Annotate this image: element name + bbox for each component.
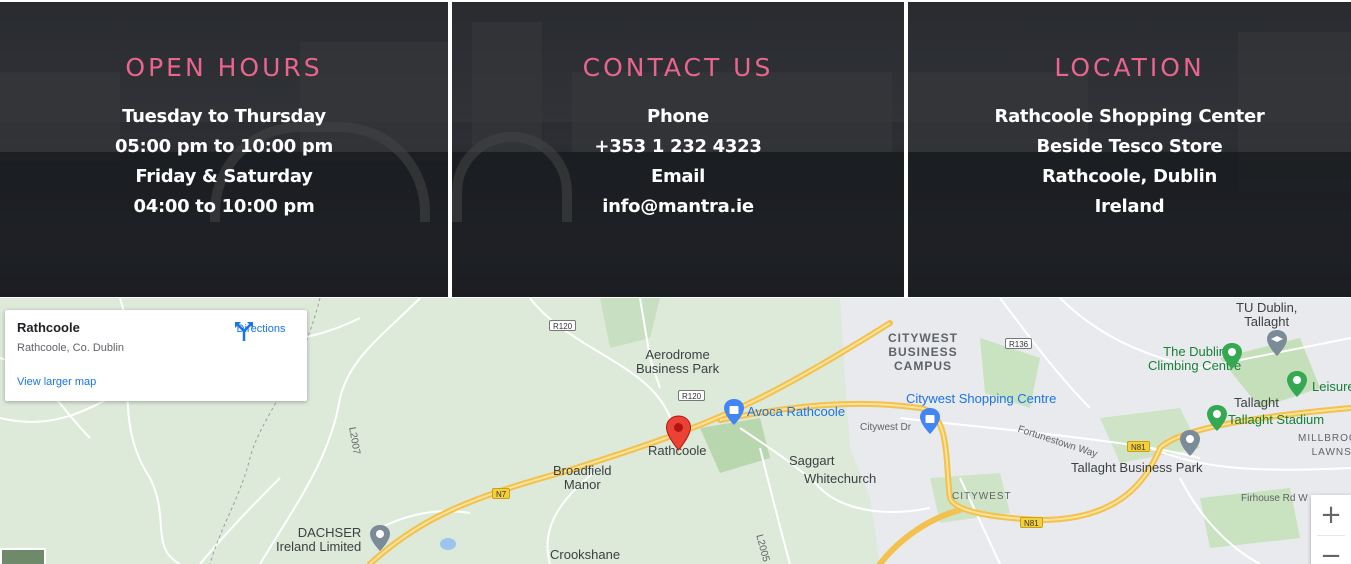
- map-label-citywest-campus: CITYWEST BUSINESS CAMPUS: [888, 331, 958, 373]
- road-shield-n7: N7: [492, 488, 511, 499]
- map-label-dachser: DACHSER Ireland Limited: [276, 525, 362, 554]
- dachser-pin-icon[interactable]: [369, 524, 391, 552]
- road-shield-r120-2: R120: [678, 390, 706, 401]
- map-place-name: Rathcoole: [17, 320, 80, 335]
- email-label: Email: [650, 166, 706, 187]
- climbing-centre-pin-icon[interactable]: [1221, 342, 1243, 370]
- embedded-map[interactable]: R120 R120 R136 N7 N81 N81 Aerodrome Busi…: [0, 298, 1351, 564]
- directions-icon: [235, 322, 253, 341]
- map-label-saggart: Saggart: [789, 453, 835, 468]
- map-info-card: Rathcoole Rathcoole, Co. Dublin Directio…: [5, 310, 307, 401]
- business-park-pin-icon[interactable]: [1179, 429, 1201, 457]
- road-shield-n81: N81: [1127, 441, 1150, 452]
- email-address[interactable]: info@mantra.ie: [452, 192, 904, 222]
- zoom-controls: + −: [1311, 495, 1351, 564]
- road-shield-r120: R120: [549, 320, 577, 331]
- map-label-citywest-shopping[interactable]: Citywest Shopping Centre: [906, 392, 1056, 406]
- hours-line-1: Tuesday to Thursday: [122, 106, 326, 127]
- phone-number[interactable]: +353 1 232 4323: [452, 132, 904, 162]
- location-title: LOCATION: [1054, 53, 1205, 82]
- map-label-millbrook: MILLBROOK LAWNS: [1298, 433, 1351, 458]
- hours-line-3: Friday & Saturday: [135, 166, 313, 187]
- info-panels: OPEN HOURS Tuesday to Thursday 05:00 pm …: [0, 0, 1351, 298]
- phone-label: Phone: [647, 106, 709, 127]
- road-shield-n81-2: N81: [1020, 517, 1043, 528]
- location-line-1: Rathcoole Shopping Center: [994, 106, 1265, 127]
- location-marker-icon[interactable]: [665, 415, 692, 451]
- map-label-leisure[interactable]: Leisure: [1312, 380, 1351, 394]
- road-shield-r136: R136: [1005, 338, 1033, 349]
- map-label-crookshane: Crookshane: [550, 547, 621, 562]
- zoom-in-button[interactable]: +: [1311, 495, 1351, 535]
- zoom-out-button[interactable]: −: [1311, 536, 1351, 564]
- contact-us-title: CONTACT US: [582, 53, 774, 82]
- map-label-firhouse: Firhouse Rd W: [1241, 493, 1308, 504]
- location-line-4: Ireland: [1094, 196, 1165, 217]
- hours-line-4: 04:00 to 10:00 pm: [133, 196, 315, 217]
- hours-line-2: 05:00 pm to 10:00 pm: [115, 136, 333, 157]
- map-label-whitechurch: Whitechurch: [804, 471, 877, 486]
- open-hours-panel: OPEN HOURS Tuesday to Thursday 05:00 pm …: [0, 2, 448, 297]
- map-label-aerodrome: Aerodrome Business Park: [636, 347, 720, 376]
- map-label-tu-dublin[interactable]: TU Dublin, Tallaght: [1236, 301, 1297, 329]
- location-panel: LOCATION Rathcoole Shopping Center Besid…: [908, 2, 1351, 297]
- open-hours-title: OPEN HOURS: [125, 53, 323, 82]
- location-line-3: Rathcoole, Dublin: [1041, 166, 1217, 187]
- leisure-pin-icon[interactable]: [1286, 370, 1308, 398]
- map-label-avoca[interactable]: Avoca Rathcoole: [747, 405, 845, 419]
- shopping-bag-icon[interactable]: [723, 398, 745, 426]
- location-line-2: Beside Tesco Store: [1036, 136, 1223, 157]
- view-larger-map-link[interactable]: View larger map: [17, 376, 96, 388]
- stadium-pin-icon[interactable]: [1206, 404, 1228, 432]
- map-place-address: Rathcoole, Co. Dublin: [17, 342, 125, 354]
- school-pin-icon[interactable]: [1266, 329, 1288, 357]
- map-label-tallaght: Tallaght: [1234, 395, 1279, 410]
- map-label-citywest-small: CITYWEST: [952, 491, 1012, 502]
- map-label-citywest-dr: Citywest Dr: [860, 422, 912, 433]
- directions-button[interactable]: Directions: [233, 320, 289, 341]
- map-label-tallaght-stadium[interactable]: Tallaght Stadium: [1228, 413, 1324, 427]
- map-label-tallaght-business-park: Tallaght Business Park: [1071, 460, 1203, 475]
- map-label-broadfield: Broadfield Manor: [553, 463, 612, 492]
- shopping-bag-icon-citywest[interactable]: [919, 407, 941, 435]
- contact-us-panel: CONTACT US Phone +353 1 232 4323 Email i…: [452, 2, 904, 297]
- map-layer-thumbnail[interactable]: [0, 548, 46, 564]
